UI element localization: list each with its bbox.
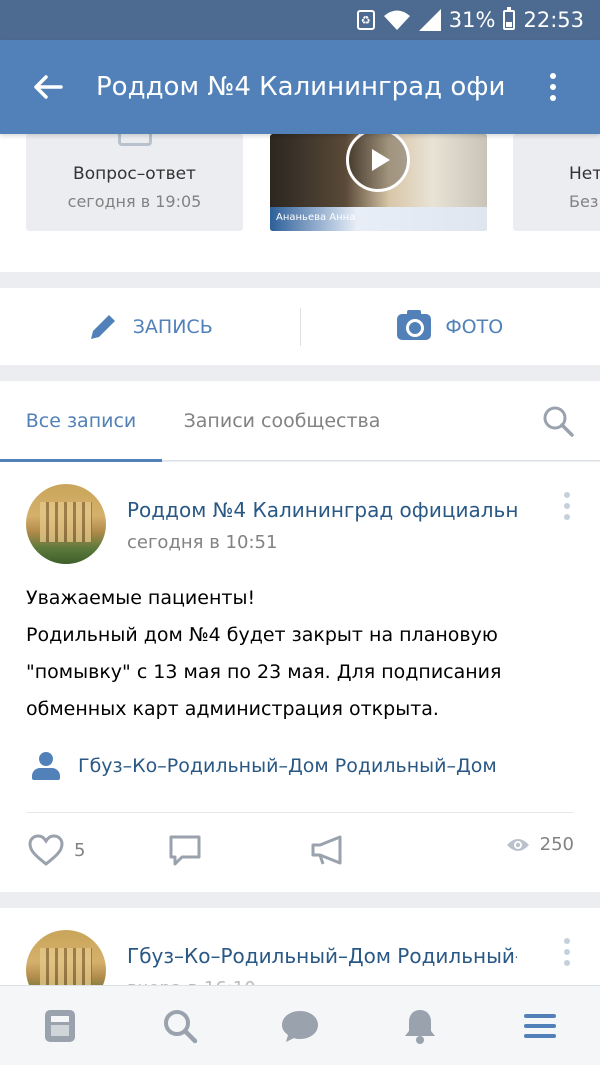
more-vertical-icon [564, 492, 570, 520]
video-caption-strip: Ананьева Анна [270, 207, 487, 231]
post-more-button[interactable] [564, 938, 570, 966]
post-text-line: Родильный дом №4 будет закрыт на планову… [26, 624, 498, 646]
battery-saver-icon: ♻ [356, 10, 375, 30]
newsfeed-icon [45, 1009, 75, 1042]
nav-search[interactable] [140, 986, 220, 1065]
post-author[interactable]: Гбуз–Ко–Родильный–Дом Родильный–Дом [127, 944, 517, 968]
like-count: 5 [74, 839, 86, 861]
post-time[interactable]: сегодня в 10:51 [127, 532, 277, 553]
card-video[interactable]: Ананьева Анна [270, 134, 487, 231]
views-count: 250 [539, 834, 574, 855]
hamburger-menu-icon [524, 1013, 556, 1038]
card-questions[interactable]: Вопрос–ответ сегодня в 19:05 [26, 134, 243, 231]
megaphone-icon [311, 835, 342, 865]
status-bar: ♻ 31% 22:53 [0, 0, 600, 40]
wall-post: Роддом №4 Калининград официальный сегодн… [0, 462, 600, 892]
post-text-line: Уважаемые пациенты! [26, 587, 256, 609]
new-post-button[interactable]: ЗАПИСЬ [0, 288, 300, 365]
page-title: Роддом №4 Калининград официальный [96, 72, 506, 102]
more-options-button[interactable] [506, 40, 600, 134]
post-text-line: обменных карт администрация открыта. [26, 698, 439, 720]
tab-all-posts[interactable]: Все записи [0, 381, 162, 462]
new-photo-button[interactable]: ФОТО [301, 288, 600, 365]
post-more-button[interactable] [564, 492, 570, 520]
post-author[interactable]: Роддом №4 Калининград официальный [127, 498, 517, 522]
comment-icon [169, 835, 201, 866]
tab-community-posts[interactable]: Записи сообщества [162, 381, 402, 461]
bell-icon [405, 1009, 435, 1044]
bottom-navigation [0, 985, 600, 1065]
app-toolbar: Роддом №4 Калининград официальный [0, 40, 600, 134]
community-cards-strip: Вопрос–ответ сегодня в 19:05 Ананьева Ан… [0, 134, 600, 272]
share-button[interactable] [310, 834, 346, 866]
clock: 22:53 [523, 8, 584, 32]
back-button[interactable] [0, 40, 96, 134]
divider [26, 812, 574, 813]
like-button[interactable]: 5 [28, 834, 85, 866]
post-text: Уважаемые пациенты! Родильный дом №4 буд… [26, 580, 586, 728]
signer-name: Гбуз–Ко–Родильный–Дом Родильный–Дом [78, 755, 497, 777]
nav-notifications[interactable] [380, 986, 460, 1065]
camera-icon [397, 309, 432, 340]
battery-icon [503, 7, 516, 30]
card-title: Вопрос–ответ [73, 164, 196, 184]
post-signer[interactable]: Гбуз–Ко–Родильный–Дом Родильный–Дом [32, 752, 497, 780]
card-subtitle: сегодня в 19:05 [67, 192, 202, 211]
wifi-icon [383, 9, 411, 31]
search-icon [543, 406, 574, 437]
card-subtitle: Без [569, 192, 599, 211]
more-vertical-icon [564, 938, 570, 966]
discussion-icon [118, 134, 152, 146]
compose-bar: ЗАПИСЬ ФОТО [0, 288, 600, 365]
pencil-icon [90, 314, 115, 339]
search-button[interactable] [540, 403, 576, 439]
card-title: Нет [569, 164, 600, 184]
eye-icon [506, 838, 529, 851]
person-icon [32, 752, 60, 780]
battery-percent: 31% [448, 8, 496, 32]
search-icon [164, 1009, 198, 1043]
more-vertical-icon [550, 73, 556, 101]
new-post-label: ЗАПИСЬ [132, 315, 213, 338]
post-actions: 5 250 [0, 824, 600, 884]
video-caption: Ананьева Анна [276, 212, 356, 223]
nav-news[interactable] [20, 986, 100, 1065]
new-photo-label: ФОТО [445, 315, 504, 338]
nav-messages[interactable] [260, 986, 340, 1065]
arrow-left-icon [34, 75, 63, 99]
nav-menu[interactable] [500, 986, 580, 1065]
heart-icon [28, 834, 64, 866]
post-text-line: "помывку" с 13 мая по 23 мая. Для подпис… [26, 661, 502, 683]
chat-bubble-icon [282, 1010, 318, 1042]
community-avatar[interactable] [26, 484, 106, 564]
comment-button[interactable] [168, 834, 202, 866]
views-counter: 250 [506, 834, 574, 855]
wall-tabs: Все записи Записи сообщества [0, 381, 600, 462]
card-third[interactable]: Нет Без [513, 134, 600, 231]
signal-icon [418, 9, 441, 31]
